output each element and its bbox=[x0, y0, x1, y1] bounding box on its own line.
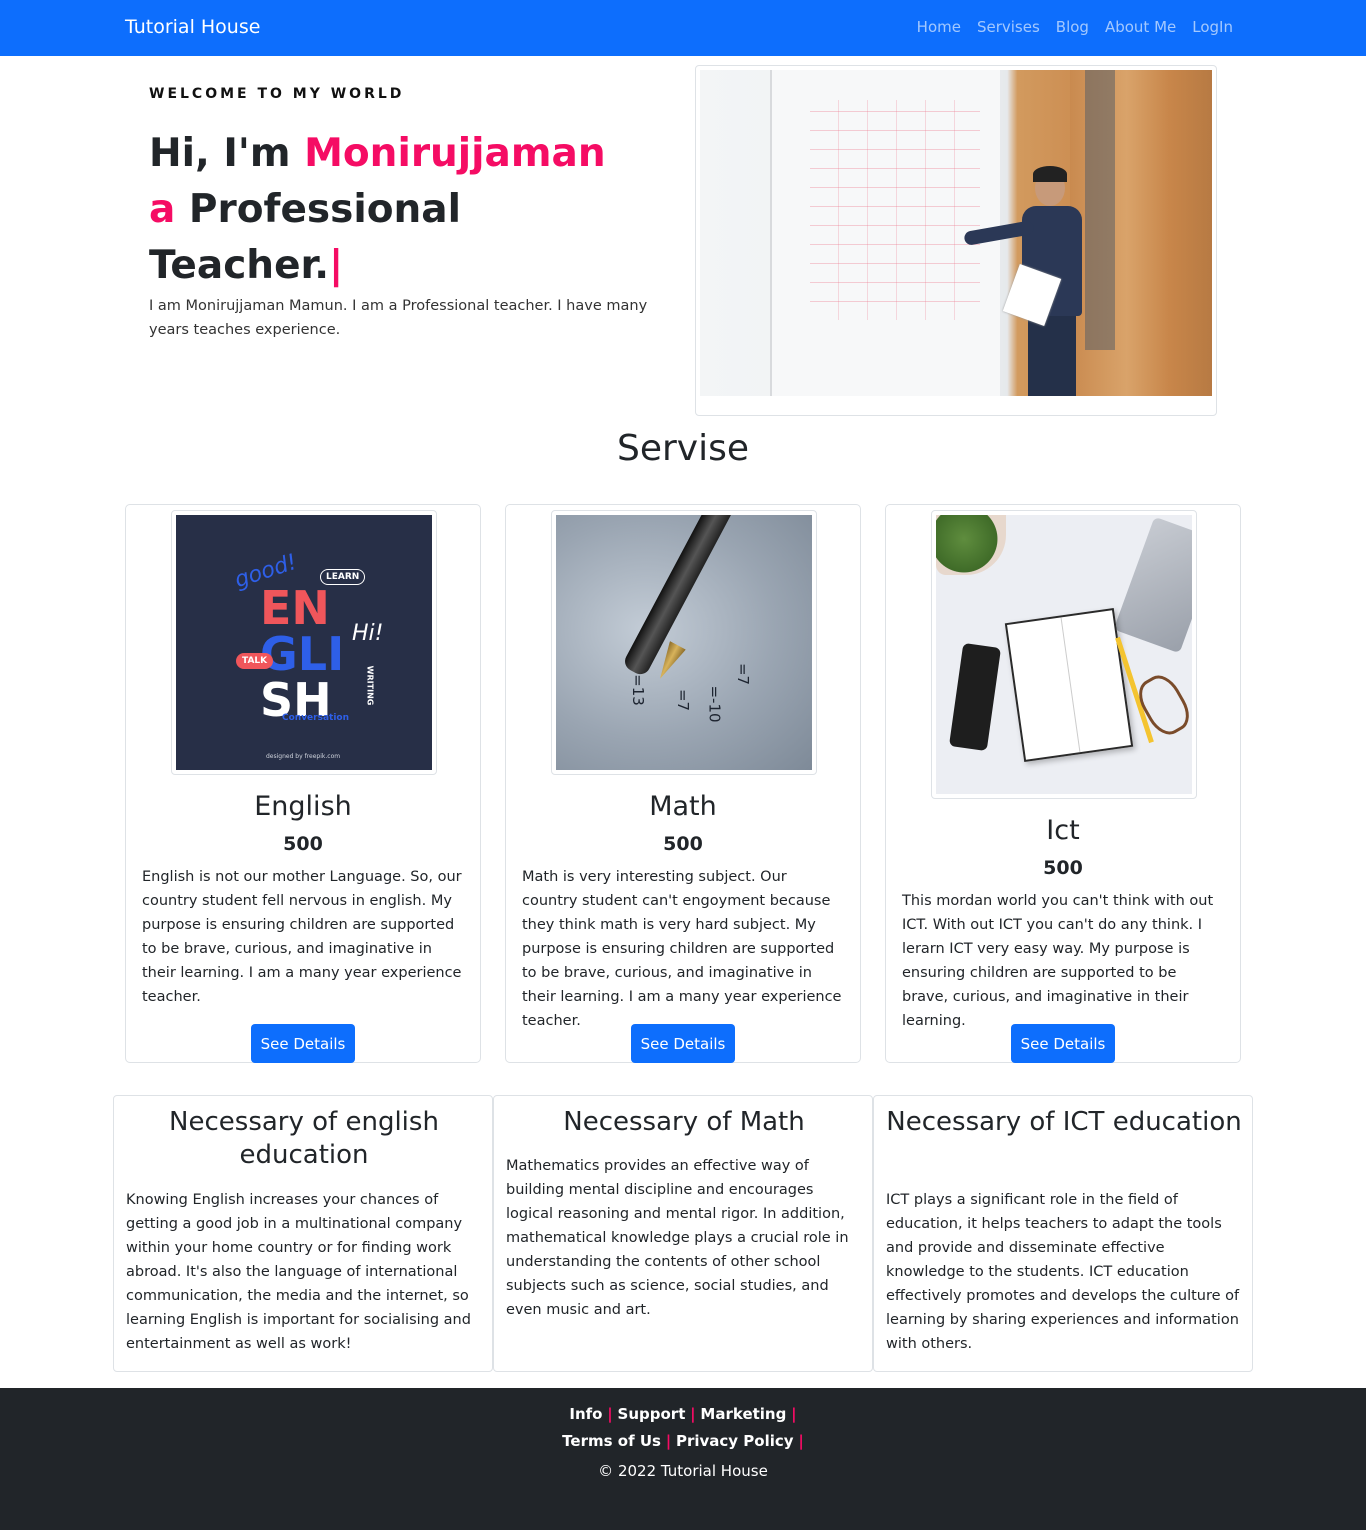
necessary-text: Mathematics provides an effective way of… bbox=[506, 1158, 849, 1318]
card-title: English bbox=[254, 791, 352, 822]
footer-links-row-2: Terms of Us | Privacy Policy | bbox=[0, 1432, 1366, 1450]
footer: Info | Support | Marketing | Terms of Us… bbox=[0, 1388, 1366, 1530]
card-image-frame bbox=[931, 510, 1197, 799]
necessary-card-math: Necessary of Math Mathematics provides a… bbox=[493, 1095, 873, 1372]
card-text: Math is very interesting subject. Our co… bbox=[522, 869, 842, 1029]
see-details-button-math[interactable]: See Details bbox=[631, 1024, 735, 1063]
english-letters-2: GLI bbox=[260, 627, 345, 681]
footer-links-row-1: Info | Support | Marketing | bbox=[0, 1405, 1366, 1423]
teacher-whiteboard-photo bbox=[700, 70, 1212, 396]
footer-link-support[interactable]: Support bbox=[618, 1405, 686, 1423]
equation-3: =-10 bbox=[705, 685, 724, 723]
see-details-button-english[interactable]: See Details bbox=[251, 1024, 355, 1063]
footer-link-info[interactable]: Info bbox=[569, 1405, 602, 1423]
nav-link-about-me[interactable]: About Me bbox=[1105, 18, 1176, 36]
card-title: Math bbox=[649, 791, 717, 822]
hero-description: I am Monirujjaman Mamun. I am a Professi… bbox=[149, 298, 648, 338]
writing-text: WRITING bbox=[365, 665, 375, 706]
navbar: Tutorial House Home Servises Blog About … bbox=[0, 0, 1366, 56]
necessary-card-english: Necessary of english education Knowing E… bbox=[113, 1095, 493, 1372]
talk-tag: TALK bbox=[236, 653, 274, 669]
necessary-title: Necessary of ICT education bbox=[886, 1107, 1242, 1137]
hero-heading: Hi, I'm Monirujjaman a Professional Teac… bbox=[149, 126, 649, 294]
hero-line2-rest: Professional Teacher. bbox=[149, 187, 461, 288]
necessary-card-ict: Necessary of ICT education ICT plays a s… bbox=[873, 1095, 1253, 1372]
pen bbox=[621, 515, 753, 678]
brand-link[interactable]: Tutorial House bbox=[125, 16, 260, 38]
necessary-title: Necessary of Math bbox=[563, 1107, 805, 1137]
necessary-text: ICT plays a significant role in the fiel… bbox=[886, 1192, 1240, 1352]
conversation-text: Conversation bbox=[282, 713, 350, 723]
card-text: English is not our mother Language. So, … bbox=[142, 869, 462, 1005]
ict-desk-photo bbox=[936, 515, 1192, 794]
service-card-math: =13 =7 =-10 =7 Math 500 Math is very int… bbox=[505, 504, 861, 1063]
see-details-button-ict[interactable]: See Details bbox=[1011, 1024, 1115, 1063]
footer-separator: | bbox=[665, 1432, 672, 1450]
card-image-frame: =13 =7 =-10 =7 bbox=[551, 510, 817, 775]
plant bbox=[936, 515, 1006, 575]
nav-link-login[interactable]: LogIn bbox=[1192, 18, 1233, 36]
footer-separator: | bbox=[798, 1432, 804, 1450]
nav-link-home[interactable]: Home bbox=[917, 18, 961, 36]
teacher-figure bbox=[963, 166, 1090, 396]
service-card-ict: Ict 500 This mordan world you can't thin… bbox=[885, 504, 1241, 1063]
necessary-text: Knowing English increases your chances o… bbox=[126, 1192, 471, 1352]
footer-separator: | bbox=[690, 1405, 696, 1423]
hero-line2-prefix: a bbox=[149, 187, 176, 232]
footer-separator: | bbox=[791, 1405, 797, 1423]
card-title: Ict bbox=[1046, 815, 1080, 846]
glasses bbox=[1131, 669, 1192, 741]
phone bbox=[948, 642, 1002, 752]
footer-link-terms[interactable]: Terms of Us bbox=[562, 1432, 661, 1450]
service-card-english: good! LEARN EN GLI SH Hi! TALK WRITING C… bbox=[125, 504, 481, 1063]
whiteboard-sketch bbox=[810, 100, 980, 320]
hero-kicker: WELCOME TO MY WORLD bbox=[149, 86, 405, 102]
nav-links: Home Servises Blog About Me LogIn bbox=[917, 18, 1233, 36]
equation-2: =7 bbox=[734, 662, 753, 686]
english-letters-1: EN bbox=[260, 581, 330, 635]
hi-text: Hi! bbox=[352, 621, 384, 646]
card-image-frame: good! LEARN EN GLI SH Hi! TALK WRITING C… bbox=[171, 510, 437, 775]
notebook bbox=[1004, 608, 1134, 762]
freepik-credit: designed by freepik.com bbox=[266, 753, 341, 760]
nav-link-blog[interactable]: Blog bbox=[1056, 18, 1089, 36]
services-title: Servise bbox=[616, 428, 749, 469]
nav-link-servises[interactable]: Servises bbox=[977, 18, 1040, 36]
footer-copyright: © 2022 Tutorial House bbox=[598, 1462, 768, 1480]
equation-1: =13 bbox=[628, 674, 647, 706]
typing-cursor: | bbox=[329, 243, 344, 288]
footer-link-privacy[interactable]: Privacy Policy bbox=[676, 1432, 794, 1450]
footer-link-marketing[interactable]: Marketing bbox=[700, 1405, 786, 1423]
card-price: 500 bbox=[283, 833, 323, 855]
english-illustration: good! LEARN EN GLI SH Hi! TALK WRITING C… bbox=[176, 515, 432, 770]
hero-name: Monirujjaman bbox=[304, 131, 606, 176]
card-price: 500 bbox=[663, 833, 703, 855]
math-pen-photo: =13 =7 =-10 =7 bbox=[556, 515, 812, 770]
card-price: 500 bbox=[1043, 857, 1083, 879]
hero-line1-prefix: Hi, I'm bbox=[149, 131, 305, 176]
hero-image-frame bbox=[695, 65, 1217, 416]
card-text: This mordan world you can't think with o… bbox=[902, 893, 1214, 1029]
equation-4: =7 bbox=[674, 688, 693, 712]
footer-separator: | bbox=[607, 1405, 613, 1423]
necessary-title: Necessary of english education bbox=[169, 1107, 439, 1170]
laptop bbox=[1113, 516, 1192, 654]
hero-section: WELCOME TO MY WORLD Hi, I'm Monirujjaman… bbox=[149, 86, 649, 342]
